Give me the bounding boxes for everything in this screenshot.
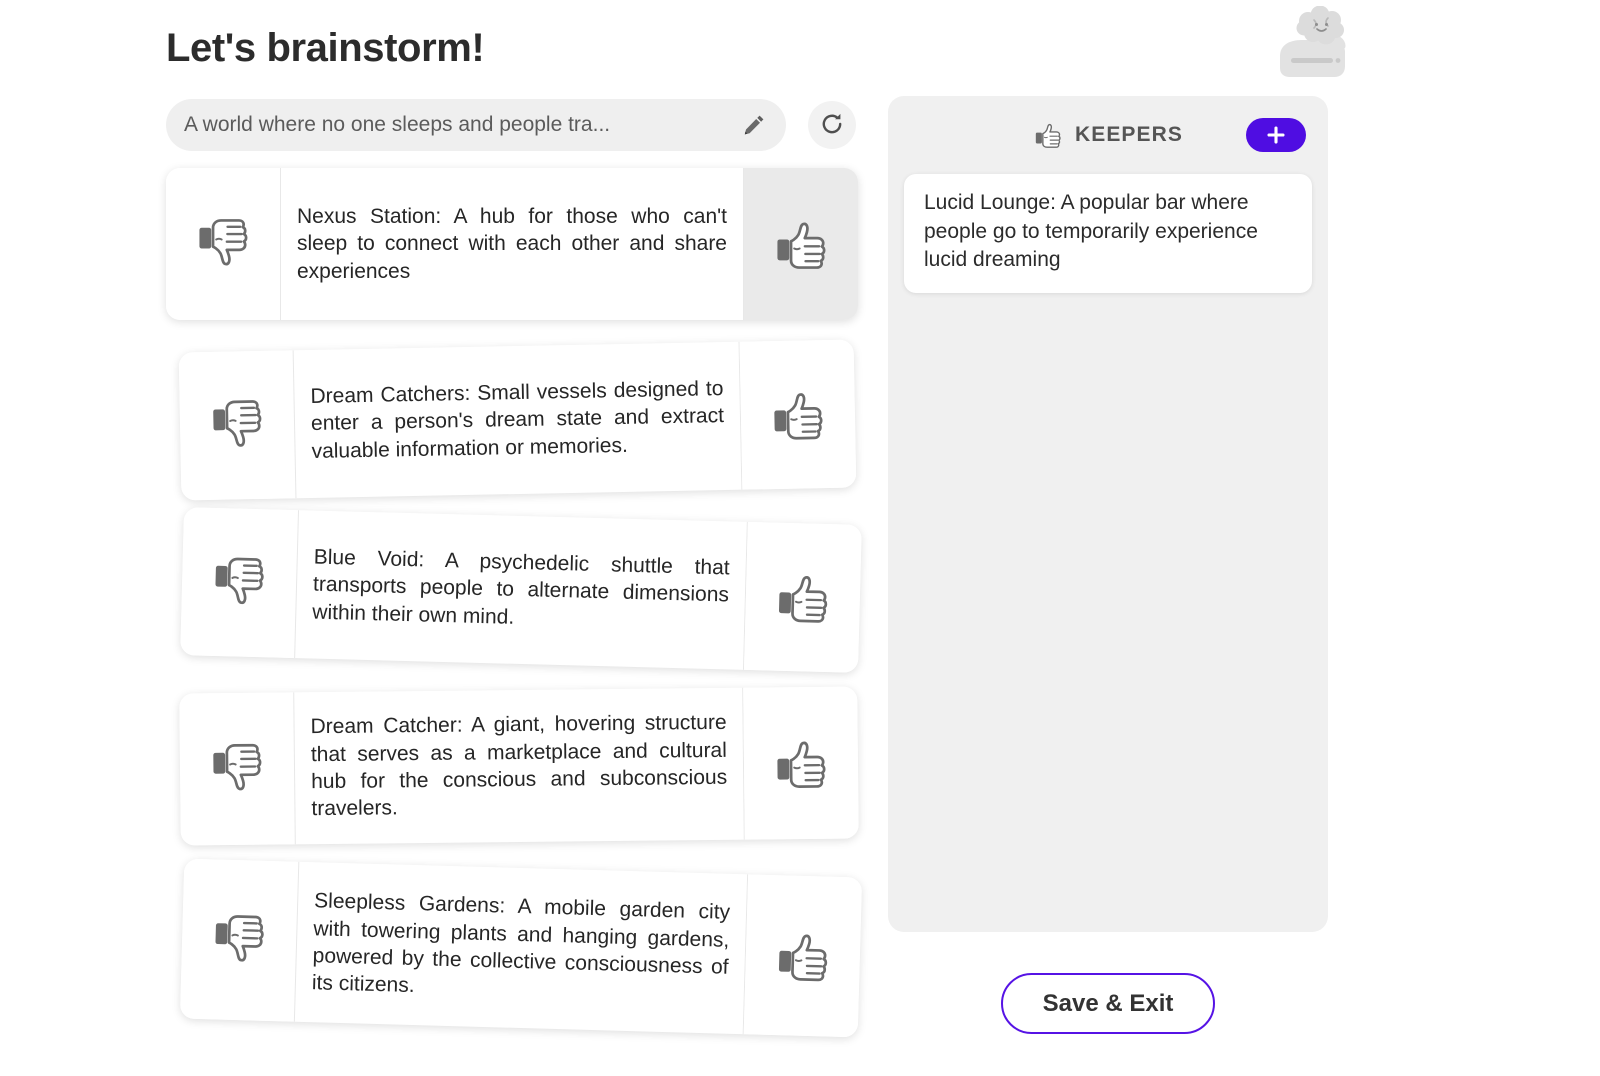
idea-text: Dream Catcher: A giant, hovering structu… [310, 711, 728, 821]
idea-body: Nexus Station: A hub for those who can't… [280, 168, 744, 320]
prompt-input[interactable]: A world where no one sleeps and people t… [166, 99, 786, 151]
thumbs-up-icon [773, 926, 833, 986]
thumbs-up-icon [772, 734, 831, 793]
thumbs-up-icon [773, 568, 832, 627]
idea-body: Dream Catchers: Small vessels designed t… [292, 341, 743, 499]
idea-card: Nexus Station: A hub for those who can't… [166, 168, 858, 320]
idea-body: Dream Catcher: A giant, hovering structu… [293, 687, 745, 845]
upvote-button[interactable] [744, 168, 858, 320]
thumbs-down-icon [208, 396, 267, 455]
keepers-panel: KEEPERS Lucid Lounge: A popular bar wher… [888, 96, 1328, 932]
save-and-exit-button[interactable]: Save & Exit [1001, 973, 1215, 1034]
prompt-row: A world where no one sleeps and people t… [166, 99, 856, 151]
idea-card: Sleepless Gardens: A mobile garden city … [179, 858, 863, 1038]
idea-text: Sleepless Gardens: A mobile garden city … [311, 889, 731, 998]
idea-body: Blue Void: A psychedelic shuttle that tr… [294, 510, 748, 670]
keepers-header: KEEPERS [888, 96, 1328, 174]
upvote-button[interactable] [739, 339, 857, 490]
downvote-button[interactable] [166, 168, 280, 320]
plus-icon [1267, 126, 1285, 144]
thumbs-down-icon [194, 215, 252, 273]
thumbs-down-icon [209, 910, 269, 970]
thumbs-up-icon [772, 215, 830, 273]
thumbs-down-icon [208, 740, 267, 799]
upvote-button[interactable] [743, 686, 859, 840]
idea-card: Dream Catchers: Small vessels designed t… [178, 339, 857, 501]
page-title: Let's brainstorm! [166, 26, 485, 70]
upvote-button[interactable] [743, 874, 863, 1038]
thumbs-down-icon [209, 553, 268, 612]
upvote-button[interactable] [743, 521, 862, 673]
add-keeper-button[interactable] [1246, 118, 1306, 152]
refresh-button[interactable] [808, 101, 856, 149]
downvote-button[interactable] [180, 507, 299, 659]
idea-body: Sleepless Gardens: A mobile garden city … [293, 861, 749, 1035]
brainstorm-app: Let's brainstorm! A world where no one s… [0, 0, 1600, 1076]
downvote-button[interactable] [178, 350, 296, 501]
downvote-button[interactable] [179, 858, 299, 1022]
thumbs-up-icon [768, 385, 827, 444]
keeper-card[interactable]: Lucid Lounge: A popular bar where people… [904, 174, 1312, 293]
thumbs-up-icon [1033, 120, 1063, 150]
refresh-icon [818, 110, 846, 141]
downvote-button[interactable] [179, 692, 295, 846]
pencil-icon[interactable] [742, 113, 766, 137]
idea-text: Dream Catchers: Small vessels designed t… [310, 377, 725, 463]
idea-text: Nexus Station: A hub for those who can't… [297, 205, 727, 283]
prompt-value: A world where no one sleeps and people t… [184, 113, 611, 136]
keeper-card-list: Lucid Lounge: A popular bar where people… [888, 174, 1328, 293]
idea-card: Blue Void: A psychedelic shuttle that tr… [180, 507, 862, 673]
idea-text: Blue Void: A psychedelic shuttle that tr… [312, 545, 730, 629]
brain-cloud-laptop-logo [1258, 6, 1352, 80]
idea-card: Dream Catcher: A giant, hovering structu… [179, 686, 859, 846]
keepers-title: KEEPERS [1074, 123, 1184, 146]
